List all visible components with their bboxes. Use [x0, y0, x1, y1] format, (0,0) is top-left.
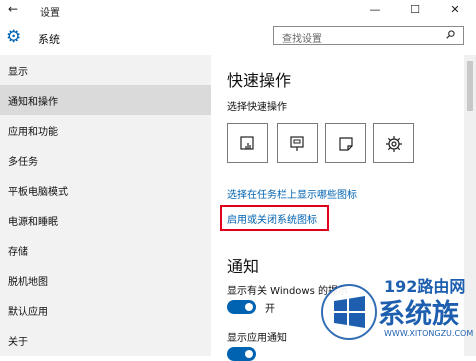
- windows-logo-watermark-icon: [321, 284, 377, 340]
- sidebar-item-display[interactable]: 显示: [0, 55, 211, 85]
- quick-action-settings[interactable]: [373, 123, 414, 163]
- quick-actions-subtitle: 选择快速操作: [227, 102, 287, 113]
- sidebar-item-label: 脱机地图: [8, 277, 48, 288]
- sidebar-item-label: 平板电脑模式: [8, 187, 68, 198]
- sidebar-item-apps[interactable]: 应用和功能: [0, 115, 211, 145]
- app-notifications-toggle[interactable]: [227, 347, 256, 361]
- sidebar-item-storage[interactable]: 存储: [0, 235, 211, 265]
- sidebar-item-label: 电源和睡眠: [8, 217, 58, 228]
- watermark-line3: WWW.XITONGZU.COM: [384, 329, 474, 338]
- sidebar-item-label: 存储: [8, 247, 28, 258]
- watermark-line2: 系统族: [378, 299, 459, 330]
- link-taskbar-icons[interactable]: 选择在任务栏上显示哪些图标: [227, 186, 357, 201]
- sidebar-item-label: 关于: [8, 337, 28, 348]
- maximize-button[interactable]: ☐: [398, 0, 432, 20]
- search-icon[interactable]: [446, 30, 455, 39]
- page-title: 系统: [38, 33, 60, 46]
- notifications-heading: 通知: [227, 257, 260, 276]
- watermark: 192路由网 系统族 WWW.XITONGZU.COM: [318, 265, 476, 356]
- sidebar-item-offline-maps[interactable]: 脱机地图: [0, 265, 211, 295]
- quick-actions-heading: 快速操作: [227, 71, 292, 90]
- settings-icon: [386, 136, 402, 152]
- windows-tips-toggle-state: 开: [265, 304, 275, 315]
- sidebar-item-multitasking[interactable]: 多任务: [0, 145, 211, 175]
- sidebar-item-default-apps[interactable]: 默认应用: [0, 295, 211, 325]
- quick-action-tablet-mode[interactable]: [227, 123, 268, 163]
- sidebar-item-label: 默认应用: [8, 307, 48, 318]
- project-icon: [290, 136, 304, 151]
- sidebar-item-label: 显示: [8, 67, 28, 78]
- back-button[interactable]: ←: [8, 2, 18, 16]
- note-icon: [339, 137, 353, 151]
- scrollbar-thumb[interactable]: [467, 61, 473, 111]
- quick-action-project[interactable]: [277, 123, 318, 163]
- quick-action-note[interactable]: [325, 123, 366, 163]
- search-input[interactable]: 查找设置: [273, 26, 464, 45]
- sidebar-item-label: 应用和功能: [8, 127, 58, 138]
- minimize-button[interactable]: —: [358, 0, 392, 20]
- window-title: 设置: [40, 8, 60, 19]
- sidebar-item-tablet-mode[interactable]: 平板电脑模式: [0, 175, 211, 205]
- sidebar: 显示 通知和操作 应用和功能 多任务 平板电脑模式 电源和睡眠 存储 脱机地图 …: [0, 55, 211, 356]
- tablet-mode-icon: [240, 136, 254, 150]
- sidebar-item-label: 通知和操作: [8, 97, 58, 108]
- search-placeholder: 查找设置: [282, 34, 322, 45]
- windows-tips-toggle[interactable]: [227, 300, 256, 314]
- title-bar: ← 设置 — ☐ ✕: [0, 0, 476, 22]
- sidebar-item-power[interactable]: 电源和睡眠: [0, 205, 211, 235]
- setting-app-notifications-label: 显示应用通知: [227, 333, 287, 344]
- sidebar-item-notifications[interactable]: 通知和操作: [0, 85, 211, 115]
- link-system-icons[interactable]: 启用或关闭系统图标: [227, 211, 317, 226]
- sidebar-item-label: 多任务: [8, 157, 38, 168]
- sidebar-item-about[interactable]: 关于: [0, 325, 211, 355]
- system-gear-icon: ⚙: [6, 27, 22, 47]
- close-button[interactable]: ✕: [438, 0, 472, 20]
